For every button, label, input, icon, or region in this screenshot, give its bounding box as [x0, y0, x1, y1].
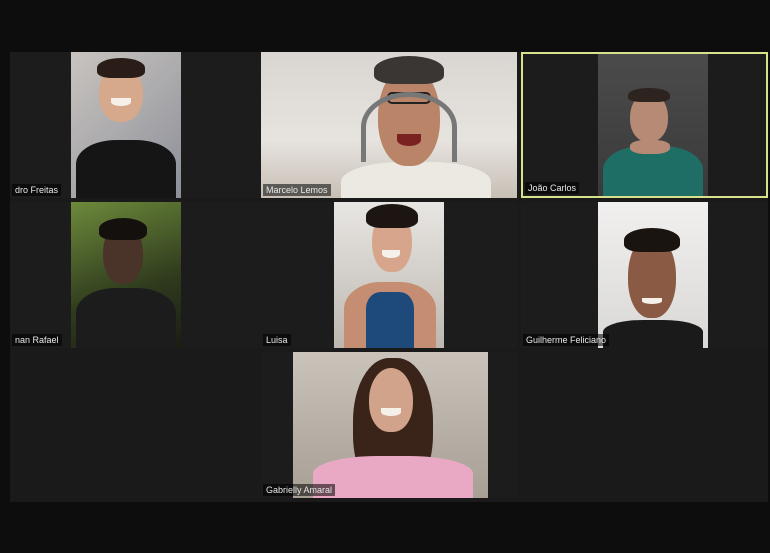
participant-name: Luisa [263, 334, 291, 346]
person-hair [366, 204, 418, 228]
video-call-window: { "participants": [ {"name": "dro Freita… [0, 0, 770, 553]
participant-tile-5[interactable]: Luisa [261, 202, 517, 348]
headset-shape [361, 92, 457, 162]
participant-tile-6[interactable]: Guilherme Feliciano [521, 202, 768, 348]
participant-video [334, 202, 444, 348]
participant-name: dro Freitas [12, 184, 62, 196]
participant-video [71, 52, 181, 198]
person-bandana [374, 56, 444, 84]
participant-name: nan Rafael [12, 334, 62, 346]
person-hair [97, 58, 145, 78]
person-body [76, 140, 176, 198]
participant-video [71, 202, 181, 348]
person-smile [397, 134, 421, 146]
participant-tile-4[interactable]: nan Rafael [10, 202, 266, 348]
participant-name: João Carlos [525, 182, 580, 194]
person-hand [630, 140, 670, 154]
person-smile [381, 408, 401, 416]
participant-tile-3[interactable]: João Carlos [521, 52, 768, 198]
participant-name: Gabrielly Amaral [263, 484, 336, 496]
participant-name: Marcelo Lemos [263, 184, 331, 196]
person-body [603, 320, 703, 348]
participant-video [293, 352, 488, 498]
participant-video [598, 54, 708, 196]
person-head [369, 368, 413, 432]
person-hair [628, 88, 670, 102]
participant-tile-7[interactable]: Gabrielly Amaral [261, 352, 517, 498]
participant-gallery: dro Freitas Marcelo Lemos João Carlos na… [10, 52, 768, 502]
person-body [313, 456, 473, 498]
participant-video [598, 202, 708, 348]
participant-tile-1[interactable]: dro Freitas [10, 52, 266, 198]
person-body [76, 288, 176, 348]
person-body [341, 162, 491, 198]
top-shape [366, 292, 414, 348]
participant-tile-2[interactable]: Marcelo Lemos [261, 52, 517, 198]
person-smile [642, 298, 662, 304]
person-hair [624, 228, 680, 252]
person-smile [382, 250, 400, 258]
participant-name: Guilherme Feliciano [523, 334, 610, 346]
person-hair [99, 218, 147, 240]
participant-video [261, 52, 517, 198]
person-smile [111, 98, 131, 106]
